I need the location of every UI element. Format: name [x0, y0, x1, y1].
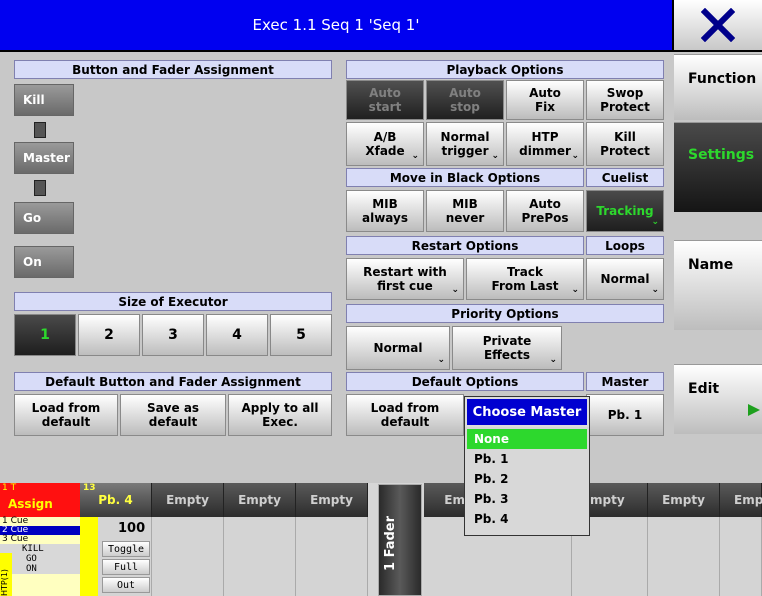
pb4-executor[interactable]: 13 Pb. 4	[80, 483, 152, 517]
private-effects-button[interactable]: Private Effects ⌄	[452, 326, 562, 370]
mib-always-button[interactable]: MIB always	[346, 190, 424, 232]
size-option-4[interactable]: 4	[206, 314, 268, 356]
assign-label: Assign	[8, 497, 53, 511]
size-option-5[interactable]: 5	[270, 314, 332, 356]
empty-body-6	[648, 517, 720, 596]
kill-protect-button[interactable]: Kill Protect	[586, 122, 664, 166]
track-from-last-button[interactable]: Track From Last ⌄	[466, 258, 584, 300]
loops-header: Loops	[586, 236, 664, 255]
fader-slot-1	[34, 122, 46, 138]
cue-3[interactable]: 3 Cue	[0, 535, 80, 544]
button-fader-header: Button and Fader Assignment	[14, 60, 332, 79]
kill-label[interactable]: Kill	[14, 84, 74, 116]
priority-header: Priority Options	[346, 304, 664, 323]
htp-label: HTP(1)	[0, 553, 12, 596]
auto-start-button[interactable]: Auto start	[346, 80, 424, 120]
restart-first-cue-button[interactable]: Restart with first cue ⌄	[346, 258, 464, 300]
pb4-value: 100	[118, 521, 146, 536]
empty-body-3	[296, 517, 368, 596]
dropdown-item-pb3[interactable]: Pb. 3	[467, 489, 587, 509]
mib-never-button[interactable]: MIB never	[426, 190, 504, 232]
auto-fix-button[interactable]: Auto Fix	[506, 80, 584, 120]
assign-num: 1 T	[2, 483, 17, 493]
restart-header: Restart Options	[346, 236, 584, 255]
out-button[interactable]: Out	[102, 577, 150, 593]
full-button[interactable]: Full	[102, 559, 150, 575]
sidebar-item-edit[interactable]: Edit	[674, 364, 762, 434]
master-label[interactable]: Master	[14, 142, 74, 174]
size-header: Size of Executor	[14, 292, 332, 311]
auto-prepos-button[interactable]: Auto PrePos	[506, 190, 584, 232]
cue-kill[interactable]: KILL	[0, 544, 80, 554]
sidebar-item-settings[interactable]: Settings	[674, 122, 762, 212]
save-default-button[interactable]: Save as default	[120, 394, 226, 436]
priority-normal-button[interactable]: Normal ⌄	[346, 326, 450, 370]
toggle-button[interactable]: Toggle	[102, 541, 150, 557]
default-options-header: Default Options	[346, 372, 584, 391]
htp-dimmer-button[interactable]: HTP dimmer ⌄	[506, 122, 584, 166]
master-pb-button[interactable]: Pb. 1	[586, 394, 664, 436]
cue-list: 1 Cue 2 Cue 3 Cue KILL GO ON HTP(1)	[0, 517, 80, 596]
close-x-icon	[701, 8, 735, 42]
size-option-3[interactable]: 3	[142, 314, 204, 356]
apply-all-button[interactable]: Apply to all Exec.	[228, 394, 332, 436]
pb4-level-bar	[80, 517, 98, 596]
empty-executor-6[interactable]: Empty	[648, 483, 720, 517]
ab-xfade-button[interactable]: A/B Xfade ⌄	[346, 122, 424, 166]
empty-executor-3[interactable]: Empty	[296, 483, 368, 517]
size-option-1[interactable]: 1	[14, 314, 76, 356]
load-default-button[interactable]: Load from default	[14, 394, 118, 436]
default-assign-header: Default Button and Fader Assignment	[14, 372, 332, 391]
dropdown-title: Choose Master	[465, 397, 589, 427]
empty-body-2	[224, 517, 296, 596]
master-header: Master	[586, 372, 664, 391]
fader-control[interactable]: 1 Fader	[378, 484, 422, 596]
choose-master-dropdown[interactable]: Choose Master None Pb. 1 Pb. 2 Pb. 3 Pb.…	[464, 396, 590, 536]
normal-trigger-button[interactable]: Normal trigger ⌄	[426, 122, 504, 166]
on-label[interactable]: On	[14, 246, 74, 278]
pb4-body: 100 Toggle Full Out	[80, 517, 152, 596]
empty-executor-7[interactable]: Emp	[720, 483, 762, 517]
dropdown-item-none[interactable]: None	[467, 429, 587, 449]
swop-protect-button[interactable]: Swop Protect	[586, 80, 664, 120]
empty-executor-2[interactable]: Empty	[224, 483, 296, 517]
empty-body-7	[720, 517, 762, 596]
play-arrow-icon	[748, 404, 760, 416]
auto-stop-button[interactable]: Auto stop	[426, 80, 504, 120]
fader-slot-2	[34, 180, 46, 196]
empty-body-1	[152, 517, 224, 596]
sidebar-item-name[interactable]: Name	[674, 240, 762, 330]
size-option-2[interactable]: 2	[78, 314, 140, 356]
loops-normal-button[interactable]: Normal ⌄	[586, 258, 664, 300]
assign-executor[interactable]: 1 T Assign	[0, 483, 80, 517]
empty-executor-1[interactable]: Empty	[152, 483, 224, 517]
cue-on[interactable]: ON	[0, 564, 80, 574]
dropdown-item-pb4[interactable]: Pb. 4	[467, 509, 587, 529]
tracking-button[interactable]: Tracking ⌄	[586, 190, 664, 232]
fader-label: 1 Fader	[383, 516, 398, 572]
cuelist-header: Cuelist	[586, 168, 664, 187]
move-black-header: Move in Black Options	[346, 168, 584, 187]
close-button[interactable]	[672, 0, 762, 52]
dropdown-item-pb1[interactable]: Pb. 1	[467, 449, 587, 469]
dropdown-item-pb2[interactable]: Pb. 2	[467, 469, 587, 489]
window-title: Exec 1.1 Seq 1 'Seq 1'	[0, 0, 672, 52]
pb-num: 13	[83, 483, 96, 493]
load-default-options-button[interactable]: Load from default	[346, 394, 464, 436]
go-label[interactable]: Go	[14, 202, 74, 234]
cue-go[interactable]: GO	[0, 554, 80, 564]
sidebar-item-function[interactable]: Function	[674, 54, 762, 120]
playback-header: Playback Options	[346, 60, 664, 79]
